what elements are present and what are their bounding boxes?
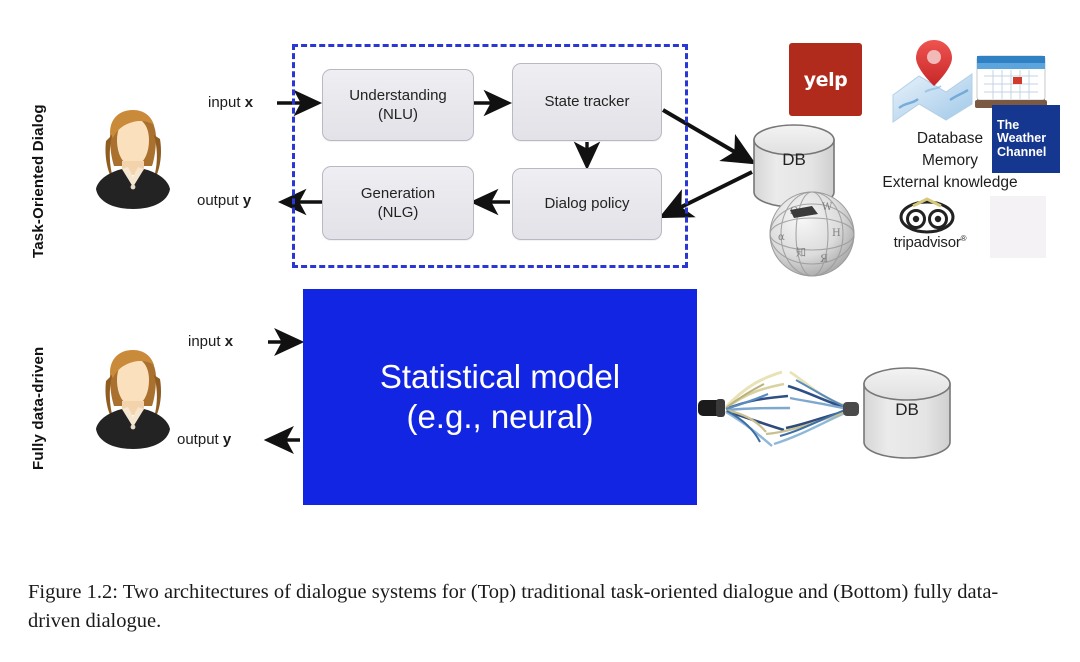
statistical-model-line1: Statistical model: [379, 358, 621, 396]
module-understanding-line2: (NLU): [377, 106, 418, 123]
svg-text:Ω: Ω: [790, 206, 798, 217]
figure-container: Ω W H 知 Я α Task-Oriented Dialog input x…: [0, 0, 1080, 662]
figure-caption: Figure 1.2: Two architectures of dialogu…: [28, 581, 999, 633]
output-label-bottom-text: output: [177, 431, 223, 448]
twc-line-3: Channel: [997, 144, 1047, 159]
twc-line-1: The: [997, 117, 1020, 132]
user-avatar-bottom: [92, 345, 174, 450]
user-avatar-top: [92, 105, 174, 210]
tripadvisor-wordmark: tripadvisor®: [893, 234, 967, 251]
frayed-cable-icon: [698, 370, 859, 447]
output-label-bottom: output y: [177, 431, 231, 448]
statistical-model-line2: (e.g., neural): [406, 398, 594, 435]
yelp-wordmark: yelp: [803, 68, 848, 91]
tripadvisor-logo[interactable]: tripadvisor®: [880, 228, 980, 256]
input-label-top: input x: [208, 94, 253, 111]
module-dialog-policy[interactable]: Dialog policy: [512, 168, 662, 240]
module-generation-nlg[interactable]: Generation (NLG): [322, 166, 474, 240]
twc-line-2: Weather: [997, 131, 1047, 146]
module-generation-line1: Generation: [360, 184, 436, 202]
db-text-bottom: DB: [895, 400, 919, 419]
svg-text:W: W: [822, 202, 833, 213]
map-pin-icon: [892, 40, 973, 123]
module-understanding-line1: Understanding: [349, 86, 447, 104]
input-label-bottom-text: input: [188, 333, 225, 350]
module-dialog-policy-line1: Dialog policy: [544, 195, 630, 213]
panel-label-fully-data-driven: Fully data-driven: [30, 346, 47, 470]
db-label-top: DB: [754, 150, 834, 186]
statistical-model-box[interactable]: Statistical model (e.g., neural): [303, 289, 697, 505]
panel-label-task-oriented: Task-Oriented Dialog: [30, 104, 47, 258]
calendar-icon: [975, 55, 1047, 108]
output-label-top: output y: [197, 192, 251, 209]
input-var-top: x: [244, 94, 254, 111]
output-var-bottom: y: [222, 431, 232, 448]
module-generation-line2: (NLG): [377, 204, 419, 221]
svg-text:α: α: [778, 232, 785, 243]
output-var-top: y: [242, 192, 252, 209]
svg-text:Я: Я: [820, 254, 828, 265]
knowledge-line-3: External knowledge: [882, 174, 1018, 191]
yelp-logo[interactable]: yelp: [789, 43, 862, 116]
module-understanding-nlu[interactable]: Understanding (NLU): [322, 69, 474, 141]
db-label-bottom: DB: [864, 400, 950, 436]
foursquare-logo[interactable]: [990, 196, 1046, 258]
svg-text:H: H: [832, 228, 841, 239]
module-state-tracker-line1: State tracker: [544, 93, 630, 111]
input-var-bottom: x: [224, 333, 234, 350]
the-weather-channel-logo[interactable]: The Weather Channel: [992, 105, 1060, 173]
input-label-bottom: input x: [188, 333, 233, 350]
module-state-tracker[interactable]: State tracker: [512, 63, 662, 141]
output-label-top-text: output: [197, 192, 243, 209]
svg-text:知: 知: [796, 246, 806, 259]
input-label-top-text: input: [208, 94, 245, 111]
db-text-top: DB: [782, 150, 806, 169]
wikipedia-globe-logo: Ω W H 知 Я α: [769, 191, 855, 277]
